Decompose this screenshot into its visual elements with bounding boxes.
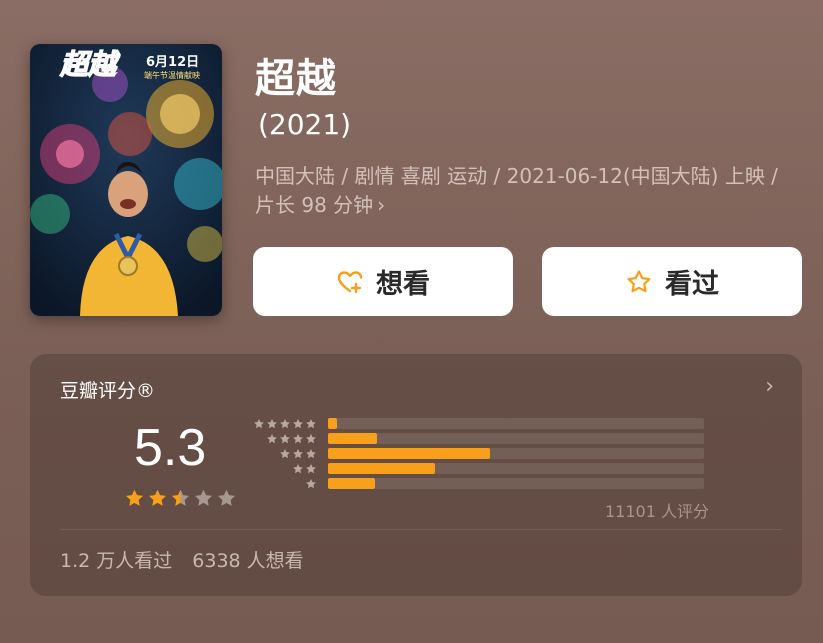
divider [60,529,782,530]
star-small-icon [293,418,303,428]
distribution-bar-track [328,433,704,444]
star-small-icon [306,418,316,428]
movie-detail-page: 超越 6月12日 端午节温情献映 超越 (2021) 中国大陆 / 剧情 喜剧 … [0,0,823,643]
want-count: 6338 人想看 [192,550,304,572]
distribution-stars [266,433,317,445]
want-to-watch-button[interactable]: 想看 [253,247,513,316]
poster-date-text: 6月12日 [146,55,199,70]
star-small-icon [306,463,316,473]
watched-count: 1.2 万人看过 [60,550,173,572]
star-small-icon [306,448,316,458]
movie-meta-text: 中国大陆 / 剧情 喜剧 运动 / 2021-06-12(中国大陆) 上映 / … [255,164,778,217]
movie-year: (2021) [258,108,352,141]
distribution-bar [328,418,338,429]
star-small-icon [267,433,277,443]
poster-sub-text: 端午节温情献映 [144,70,200,80]
star-small-icon [280,448,290,458]
distribution-stars [253,418,317,430]
douban-rating-card[interactable]: 豆瓣评分® › 5.3 11101 人评分 1.2 万人看过 6338 人想看 [30,354,802,596]
distribution-stars [292,463,317,475]
distribution-row-5 [248,418,748,429]
distribution-bar-track [328,463,704,474]
star-small-icon [254,418,264,428]
star-small-icon [293,433,303,443]
distribution-bar [328,478,375,489]
movie-title: 超越 [255,56,337,102]
movie-meta[interactable]: 中国大陆 / 剧情 喜剧 运动 / 2021-06-12(中国大陆) 上映 / … [255,162,795,220]
distribution-stars [305,478,317,490]
distribution-row-3 [248,448,748,459]
poster-title-text: 超越 [59,48,121,81]
watched-label: 看过 [665,269,719,300]
star-small-icon [306,478,316,488]
distribution-bar-track [328,448,704,459]
distribution-bar [328,433,377,444]
star-outline-icon [625,268,653,296]
star-filled-icon [126,489,143,506]
distribution-row-4 [248,433,748,444]
star-empty-icon [218,489,235,506]
rating-stars [124,488,237,509]
star-small-icon [293,448,303,458]
star-small-icon [267,418,277,428]
star-small-icon [280,433,290,443]
want-to-watch-label: 想看 [376,269,430,300]
distribution-bar [328,448,490,459]
star-filled-icon [149,489,166,506]
distribution-bar-track [328,478,704,489]
distribution-row-2 [248,463,748,474]
star-small-icon [306,433,316,443]
star-small-icon [293,463,303,473]
distribution-row-1 [248,478,748,489]
rating-header: 豆瓣评分® [60,380,156,402]
rating-count: 11101 人评分 [605,502,709,521]
distribution-stars [279,448,317,460]
watched-button[interactable]: 看过 [542,247,802,316]
star-half-icon [172,489,189,506]
distribution-bar-track [328,418,704,429]
rating-score: 5.3 [134,419,207,477]
chevron-right-icon: › [377,193,386,217]
star-empty-icon [195,489,212,506]
poster-image: 超越 6月12日 端午节温情献映 [30,44,222,316]
distribution-bar [328,463,436,474]
chevron-right-icon[interactable]: › [765,374,774,399]
heart-plus-icon [336,268,364,296]
star-small-icon [280,418,290,428]
rating-footer: 1.2 万人看过 6338 人想看 [60,546,304,573]
movie-poster[interactable]: 超越 6月12日 端午节温情献映 [30,44,222,316]
